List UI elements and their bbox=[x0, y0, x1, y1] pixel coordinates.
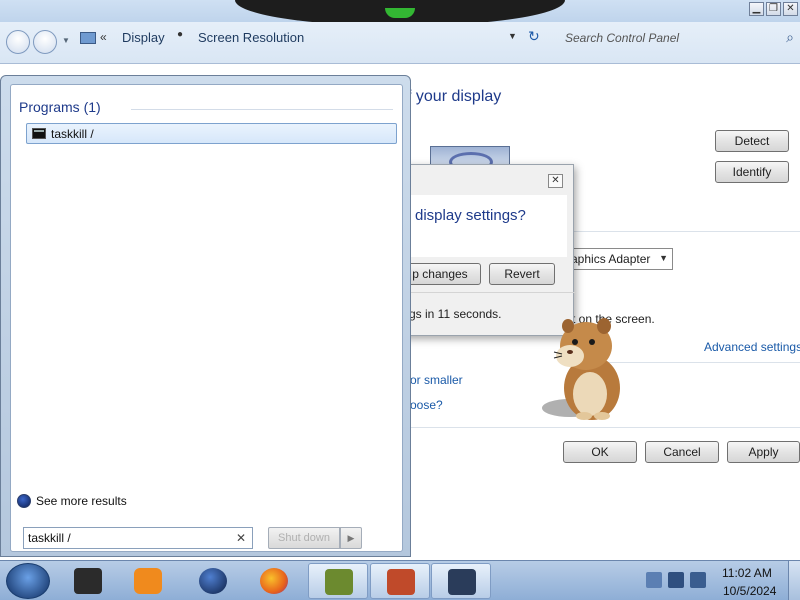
taskbar-app-media-player[interactable] bbox=[118, 563, 178, 599]
taskbar-app-screen-resolution[interactable] bbox=[431, 563, 491, 599]
control-panel-icon bbox=[80, 32, 96, 44]
identify-button[interactable]: Identify bbox=[715, 161, 789, 183]
minimize-button[interactable]: ▁ bbox=[749, 2, 764, 16]
page-heading: f your display bbox=[407, 88, 502, 105]
search-icon[interactable]: ⌕ bbox=[786, 29, 794, 46]
apply-button[interactable]: Apply bbox=[727, 441, 800, 463]
refresh-icon[interactable]: ↻ bbox=[528, 28, 540, 45]
shutdown-button[interactable]: Shut down bbox=[268, 527, 340, 549]
start-search-input[interactable]: taskkill / ✕ bbox=[23, 527, 253, 549]
display-adapter-select[interactable]: aphics Adapter ▼ bbox=[564, 248, 673, 270]
programs-heading: Programs (1) bbox=[19, 99, 101, 115]
breadcrumb-overflow-icon[interactable]: « bbox=[100, 30, 107, 44]
display-icon bbox=[448, 569, 476, 595]
cancel-button[interactable]: Cancel bbox=[645, 441, 719, 463]
usb-icon[interactable] bbox=[646, 572, 662, 588]
divider bbox=[399, 292, 575, 293]
divider bbox=[410, 427, 800, 428]
address-dropdown-icon[interactable]: ▼ bbox=[508, 31, 517, 41]
firefox-icon bbox=[260, 568, 288, 594]
search-placeholder: Search Control Panel bbox=[565, 31, 680, 45]
taskbar: 11:02 AM 10/5/2024 bbox=[0, 560, 800, 600]
program-result-taskkill[interactable]: taskkill / bbox=[26, 123, 397, 144]
revert-button[interactable]: Revert bbox=[489, 263, 555, 285]
dropdown-arrow-icon: ▼ bbox=[659, 253, 668, 263]
address-bar: ▼ « Display ● Screen Resolution ▼ ↻ Sear… bbox=[0, 22, 800, 64]
taskbar-app-hamster[interactable] bbox=[370, 563, 430, 599]
command-prompt-icon bbox=[32, 128, 46, 139]
hamster-desktop-pet[interactable] bbox=[540, 312, 630, 424]
breadcrumb-display[interactable]: Display bbox=[122, 30, 165, 45]
desktop-icon bbox=[74, 568, 102, 594]
volume-icon[interactable] bbox=[690, 572, 706, 588]
text-size-link[interactable]: or smaller bbox=[410, 373, 463, 387]
clock-time[interactable]: 11:02 AM bbox=[722, 566, 772, 580]
recent-pages-dropdown-icon[interactable]: ▼ bbox=[62, 36, 70, 45]
network-tray-icon[interactable] bbox=[668, 572, 684, 588]
keep-display-settings-dialog: ✕ display settings? p changes Revert gs … bbox=[398, 164, 575, 336]
see-more-results-label: See more results bbox=[36, 494, 127, 508]
maximize-button[interactable]: ❐ bbox=[766, 2, 781, 16]
start-button[interactable] bbox=[6, 563, 50, 599]
keep-changes-button[interactable]: p changes bbox=[399, 263, 481, 285]
taskbar-app-network[interactable] bbox=[183, 563, 243, 599]
start-menu: Programs (1) taskkill / See more results… bbox=[0, 75, 411, 557]
taskbar-app-desktop[interactable] bbox=[58, 563, 118, 599]
display-choose-link[interactable]: oose? bbox=[410, 398, 443, 412]
clear-search-icon[interactable]: ✕ bbox=[236, 531, 246, 545]
shutdown-options-arrow-icon[interactable]: ▶ bbox=[340, 527, 362, 549]
back-button[interactable] bbox=[6, 30, 30, 54]
divider bbox=[560, 231, 800, 232]
close-window-button[interactable]: ✕ bbox=[783, 2, 798, 16]
clock-date[interactable]: 10/5/2024 bbox=[723, 584, 776, 598]
start-search-value: taskkill / bbox=[28, 531, 71, 545]
start-menu-results-panel: Programs (1) taskkill / See more results… bbox=[10, 84, 403, 552]
divider bbox=[600, 362, 800, 363]
media-player-icon bbox=[134, 568, 162, 594]
divider bbox=[131, 109, 393, 110]
see-more-results-link[interactable]: See more results bbox=[17, 493, 217, 511]
breadcrumb-screen-resolution[interactable]: Screen Resolution bbox=[198, 30, 304, 45]
taskbar-app-firefox[interactable] bbox=[244, 563, 304, 599]
detect-button[interactable]: Detect bbox=[715, 130, 789, 152]
ok-button[interactable]: OK bbox=[563, 441, 637, 463]
revert-countdown-text: gs in 11 seconds. bbox=[409, 307, 502, 321]
hamster-box-icon bbox=[325, 569, 353, 595]
dialog-question: display settings? bbox=[415, 207, 526, 224]
display-adapter-value: aphics Adapter bbox=[571, 252, 651, 266]
search-control-panel-input[interactable]: Search Control Panel ⌕ bbox=[555, 28, 800, 50]
advanced-settings-link[interactable]: Advanced settings bbox=[704, 340, 800, 354]
network-globe-icon bbox=[199, 568, 227, 594]
system-tray bbox=[640, 563, 712, 599]
hamster-app-icon bbox=[387, 569, 415, 595]
breadcrumb-separator-icon[interactable]: ● bbox=[177, 29, 183, 40]
dialog-body: display settings? bbox=[399, 195, 567, 257]
taskbar-app-hamster-box[interactable] bbox=[308, 563, 368, 599]
search-globe-icon bbox=[17, 494, 31, 508]
forward-button[interactable] bbox=[33, 30, 57, 54]
program-result-label: taskkill / bbox=[51, 127, 94, 141]
show-desktop-button[interactable] bbox=[788, 561, 800, 600]
dialog-close-icon[interactable]: ✕ bbox=[548, 174, 563, 188]
